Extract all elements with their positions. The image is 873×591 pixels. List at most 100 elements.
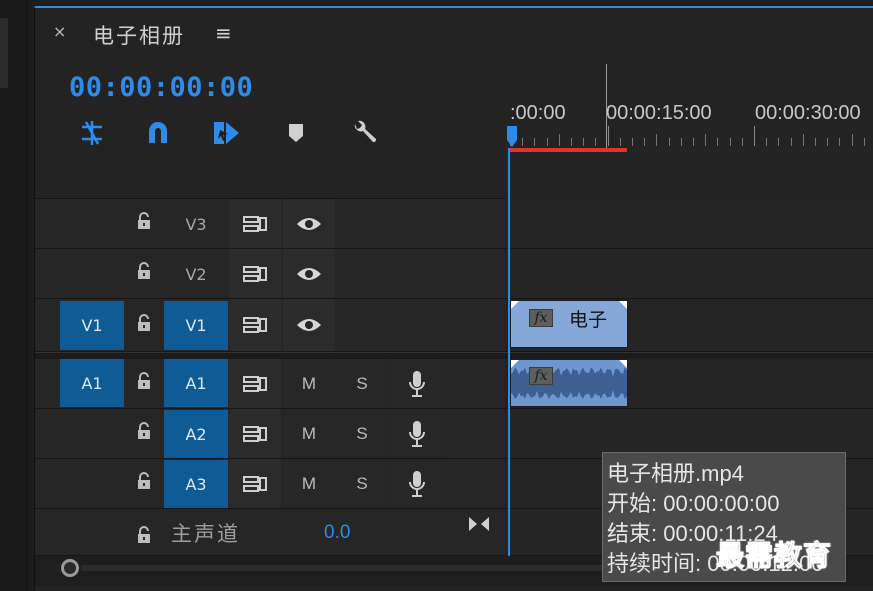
snap-magnet-icon[interactable] <box>141 116 175 150</box>
ruler-tick <box>693 138 694 146</box>
track-v3: V3 <box>35 199 873 249</box>
ruler-tick <box>571 138 572 146</box>
source-patch-v1[interactable]: V1 <box>60 301 124 350</box>
solo-button-a1[interactable]: S <box>336 359 388 408</box>
fx-badge-icon[interactable]: fx <box>529 309 553 327</box>
time-ruler[interactable]: :00:00 00:00:15:00 00:00:30:00 <box>506 64 873 156</box>
lock-icon[interactable] <box>134 261 154 281</box>
solo-button-a3[interactable]: S <box>336 459 388 508</box>
insert-overwrite-sequences-icon[interactable] <box>75 116 109 150</box>
master-track-label: 主声道 <box>171 522 240 546</box>
ruler-tick <box>558 134 560 146</box>
eye-icon[interactable] <box>283 249 335 298</box>
mute-button-a2[interactable]: M <box>283 409 335 458</box>
lock-icon[interactable] <box>134 313 154 333</box>
ruler-tick <box>839 138 841 146</box>
playhead-line[interactable] <box>508 148 510 558</box>
tooltip-start: 开始: 00:00:00:00 <box>607 491 780 516</box>
ruler-label-30s: 00:00:30:00 <box>755 102 861 124</box>
microphone-icon[interactable] <box>391 409 443 458</box>
ruler-tick <box>619 138 621 146</box>
ruler-tick <box>705 134 707 146</box>
add-marker-icon[interactable] <box>279 116 313 150</box>
track-v1: V1 V1 <box>35 299 873 352</box>
eye-icon[interactable] <box>283 299 335 351</box>
track-a1: A1 A1 M S <box>35 359 873 409</box>
ruler-tick <box>534 138 536 146</box>
track-target-a2[interactable]: A2 <box>164 410 228 458</box>
ruler-tick <box>583 138 585 146</box>
track-target-a1[interactable]: A1 <box>164 359 228 407</box>
ruler-tick <box>607 126 609 146</box>
sequence-tab-title[interactable]: 电子相册 <box>93 20 185 50</box>
mute-button-a3[interactable]: M <box>283 459 335 508</box>
ruler-tick <box>778 138 780 146</box>
ruler-tick <box>729 138 731 146</box>
playhead-timecode[interactable]: 00:00:00:00 <box>69 72 253 103</box>
sync-lock-icon[interactable] <box>229 459 281 508</box>
ruler-tick <box>827 138 829 146</box>
ruler-tick <box>595 138 597 146</box>
sync-lock-icon[interactable] <box>229 359 281 408</box>
fx-badge-icon[interactable]: fx <box>529 367 553 385</box>
ruler-label-15s: 00:00:15:00 <box>606 102 712 124</box>
track-lane-v2[interactable] <box>508 249 873 298</box>
lock-icon[interactable] <box>134 421 154 441</box>
microphone-icon[interactable] <box>391 459 443 508</box>
sync-lock-icon[interactable] <box>229 249 281 298</box>
eye-icon[interactable] <box>283 199 335 248</box>
track-lane-a2[interactable] <box>508 409 873 458</box>
left-panel-strip <box>0 18 8 88</box>
video-audio-divider[interactable] <box>35 352 873 359</box>
sync-lock-icon[interactable] <box>229 409 281 458</box>
ruler-tick <box>632 138 633 146</box>
ruler-tick <box>851 134 853 146</box>
ruler-tick <box>680 138 682 146</box>
linked-selection-icon[interactable] <box>209 116 243 150</box>
ruler-tick <box>522 138 524 146</box>
ruler-tick <box>546 138 548 146</box>
timeline-settings-wrench-icon[interactable] <box>347 116 381 150</box>
ruler-label-0: :00:00 <box>510 102 566 124</box>
lock-icon[interactable] <box>134 371 154 391</box>
track-target-a3[interactable]: A3 <box>164 460 228 508</box>
track-target-v3[interactable]: V3 <box>164 203 228 245</box>
expand-collapse-icon[interactable] <box>467 514 491 534</box>
ruler-tick <box>790 138 792 146</box>
sync-lock-icon[interactable] <box>229 199 281 248</box>
track-v2: V2 <box>35 249 873 299</box>
track-target-v1[interactable]: V1 <box>164 301 228 350</box>
ruler-tick <box>863 138 865 146</box>
zoom-scroll-handle[interactable] <box>61 559 79 577</box>
solo-button-a2[interactable]: S <box>336 409 388 458</box>
ruler-tick <box>815 138 816 146</box>
panel-menu-icon[interactable]: ≡ <box>215 21 232 45</box>
sync-lock-icon[interactable] <box>229 299 281 351</box>
ruler-tick <box>644 138 646 146</box>
microphone-icon[interactable] <box>391 359 443 408</box>
ruler-tick <box>741 138 743 146</box>
track-target-v2[interactable]: V2 <box>164 253 228 295</box>
tooltip-clip-name: 电子相册.mp4 <box>607 461 744 486</box>
ruler-tick <box>668 138 670 146</box>
ruler-tick <box>754 126 755 146</box>
source-patch-a1[interactable]: A1 <box>60 359 124 407</box>
timeline-panel: × 电子相册 ≡ 00:00:00:00 :00:00 00:00:15:00 … <box>34 6 873 591</box>
lock-icon[interactable] <box>134 525 154 545</box>
video-clip[interactable]: fx 电子 <box>510 300 628 348</box>
ruler-tick <box>802 134 804 146</box>
audio-clip[interactable]: fx <box>510 359 628 407</box>
lock-icon[interactable] <box>134 471 154 491</box>
ruler-tick <box>656 134 658 146</box>
ruler-tick <box>766 138 768 146</box>
playhead-handle-icon[interactable] <box>506 126 518 148</box>
lock-icon[interactable] <box>134 211 154 231</box>
ruler-tick <box>717 138 719 146</box>
mute-button-a1[interactable]: M <box>283 359 335 408</box>
left-panel-edge <box>0 0 28 591</box>
master-volume-value[interactable]: 0.0 <box>324 522 350 544</box>
track-lane-v3[interactable] <box>508 199 873 248</box>
work-area-bar[interactable] <box>508 148 627 152</box>
watermark-text: 最需教育 <box>715 539 833 573</box>
close-tab-icon[interactable]: × <box>53 22 66 41</box>
